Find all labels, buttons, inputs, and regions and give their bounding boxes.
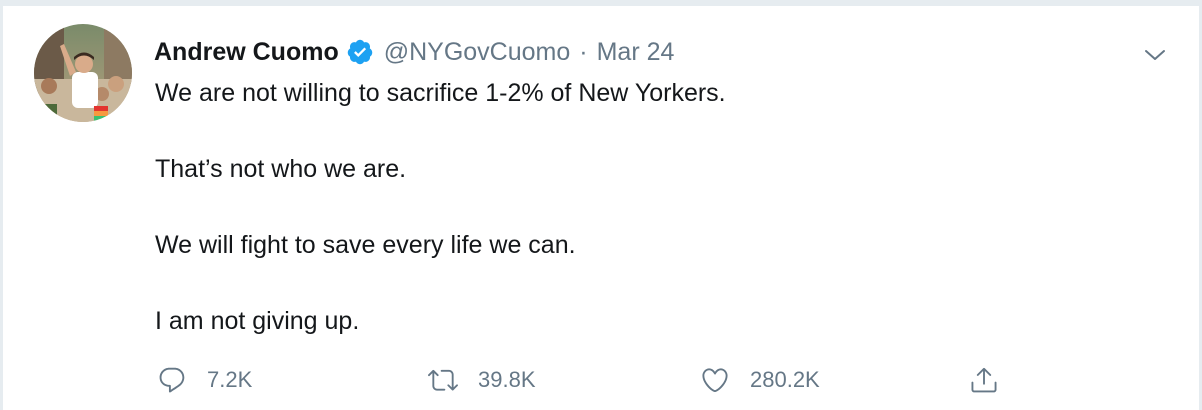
avatar-photo xyxy=(34,24,132,122)
tweet-paragraph: I am not giving up. xyxy=(155,307,360,335)
tweet-card[interactable]: Andrew Cuomo @NYGovCuomo · Mar 24 We are… xyxy=(0,0,1202,410)
tweet-header: Andrew Cuomo @NYGovCuomo · Mar 24 xyxy=(154,33,674,71)
reply-icon xyxy=(159,367,185,393)
author-handle[interactable]: @NYGovCuomo xyxy=(384,38,571,67)
reply-count: 7.2K xyxy=(207,367,253,392)
like-count: 280.2K xyxy=(750,367,820,392)
like-button[interactable]: 280.2K xyxy=(700,363,820,397)
verified-badge-icon xyxy=(346,38,374,66)
tweet-text: We are not willing to sacrifice 1-2% of … xyxy=(155,74,1155,340)
tweet-date[interactable]: Mar 24 xyxy=(597,38,675,67)
avatar[interactable] xyxy=(34,24,132,122)
author-name[interactable]: Andrew Cuomo xyxy=(154,38,339,67)
share-button[interactable] xyxy=(969,363,999,397)
separator-dot: · xyxy=(579,37,588,66)
tweet-paragraph: We will fight to save every life we can. xyxy=(155,231,576,259)
tweet-paragraph: We are not willing to sacrifice 1-2% of … xyxy=(155,79,726,107)
tweet-paragraph: That’s not who we are. xyxy=(155,155,407,183)
tweet-actions: 7.2K 39.8K 280.2K xyxy=(3,363,1199,397)
heart-icon xyxy=(702,368,728,393)
reply-button[interactable]: 7.2K xyxy=(157,363,252,397)
retweet-count: 39.8K xyxy=(478,367,536,392)
retweet-icon xyxy=(428,369,458,391)
share-icon xyxy=(971,367,997,393)
chevron-down-icon[interactable] xyxy=(1142,42,1168,68)
retweet-button[interactable]: 39.8K xyxy=(428,363,536,397)
